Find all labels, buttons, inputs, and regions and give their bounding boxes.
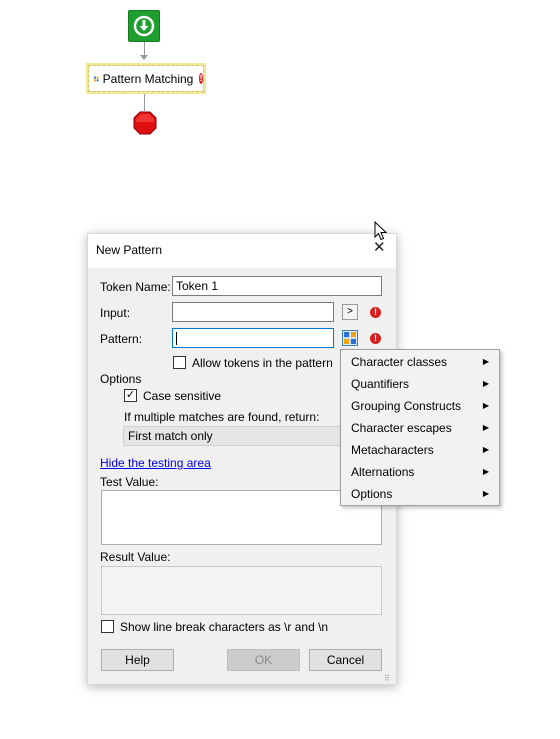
menu-item-label: Grouping Constructs: [351, 399, 462, 413]
menu-item-label: Metacharacters: [351, 443, 434, 457]
cancel-button[interactable]: Cancel: [309, 649, 382, 671]
step-label: Pattern Matching: [102, 71, 194, 86]
options-label: Options: [100, 372, 142, 386]
menu-item-label: Character classes: [351, 355, 448, 369]
resize-grip-icon[interactable]: ⠿: [384, 674, 390, 683]
ok-button[interactable]: OK: [227, 649, 300, 671]
multiple-matches-label: If multiple matches are found, return:: [124, 410, 320, 424]
menu-item-metacharacters[interactable]: Metacharacters ▶: [341, 439, 499, 461]
pattern-builder-button[interactable]: [342, 330, 358, 346]
result-value-output: [101, 566, 382, 615]
case-sensitive-label: Case sensitive: [143, 389, 222, 403]
line-break-checkbox[interactable]: [101, 620, 114, 633]
mouse-cursor-icon: [374, 220, 388, 244]
pattern-matching-step[interactable]: Pattern Matching !: [86, 63, 206, 94]
menu-item-label: Options: [351, 487, 393, 501]
submenu-arrow-icon: ▶: [482, 467, 489, 476]
menu-item-quantifiers[interactable]: Quantifiers ▶: [341, 373, 499, 395]
pattern-label: Pattern:: [100, 332, 143, 346]
submenu-arrow-icon: ▶: [482, 357, 489, 366]
connector-arrow: [140, 55, 148, 60]
error-icon: !: [199, 73, 203, 84]
allow-tokens-checkbox[interactable]: [173, 356, 186, 369]
input-field[interactable]: [172, 302, 334, 322]
allow-tokens-label: Allow tokens in the pattern: [192, 356, 333, 370]
line-break-label: Show line break characters as \r and \n: [120, 620, 329, 634]
start-node[interactable]: [128, 10, 160, 42]
submenu-arrow-icon: ▶: [482, 423, 489, 432]
submenu-arrow-icon: ▶: [482, 489, 489, 498]
stop-node[interactable]: [133, 111, 157, 135]
pattern-builder-menu: Character classes ▶ Quantifiers ▶ Groupi…: [340, 349, 500, 506]
submenu-arrow-icon: ▶: [482, 379, 489, 388]
input-error-icon: !: [370, 307, 381, 318]
menu-item-label: Quantifiers: [351, 377, 410, 391]
pattern-error-icon: !: [370, 333, 381, 344]
blocks-icon: [344, 332, 356, 344]
token-name-label: Token Name:: [100, 280, 171, 294]
input-insert-button[interactable]: >: [342, 304, 358, 320]
help-button[interactable]: Help: [101, 649, 174, 671]
connector-line-bottom: [144, 94, 145, 111]
menu-item-grouping-constructs[interactable]: Grouping Constructs ▶: [341, 395, 499, 417]
download-arrow-icon: [133, 15, 155, 37]
hide-testing-link[interactable]: Hide the testing area: [100, 456, 211, 470]
token-name-input[interactable]: Token 1: [172, 276, 382, 296]
result-value-label: Result Value:: [100, 550, 171, 564]
dialog-title: New Pattern: [96, 243, 163, 257]
pattern-field[interactable]: [172, 328, 334, 348]
blocks-icon: [94, 76, 99, 81]
submenu-arrow-icon: ▶: [482, 401, 489, 410]
case-sensitive-checkbox[interactable]: ✓: [124, 389, 137, 402]
menu-item-label: Alternations: [351, 465, 415, 479]
submenu-arrow-icon: ▶: [482, 445, 489, 454]
text-caret: [176, 332, 177, 346]
multiple-matches-select[interactable]: First match only: [123, 426, 343, 446]
connector-line-top: [144, 42, 145, 56]
test-value-label: Test Value:: [100, 475, 159, 489]
menu-item-character-classes[interactable]: Character classes ▶: [341, 351, 499, 373]
menu-item-options[interactable]: Options ▶: [341, 483, 499, 505]
stop-sign-icon: [133, 111, 157, 135]
input-label: Input:: [100, 306, 131, 320]
menu-item-label: Character escapes: [351, 421, 452, 435]
menu-item-character-escapes[interactable]: Character escapes ▶: [341, 417, 499, 439]
menu-item-alternations[interactable]: Alternations ▶: [341, 461, 499, 483]
